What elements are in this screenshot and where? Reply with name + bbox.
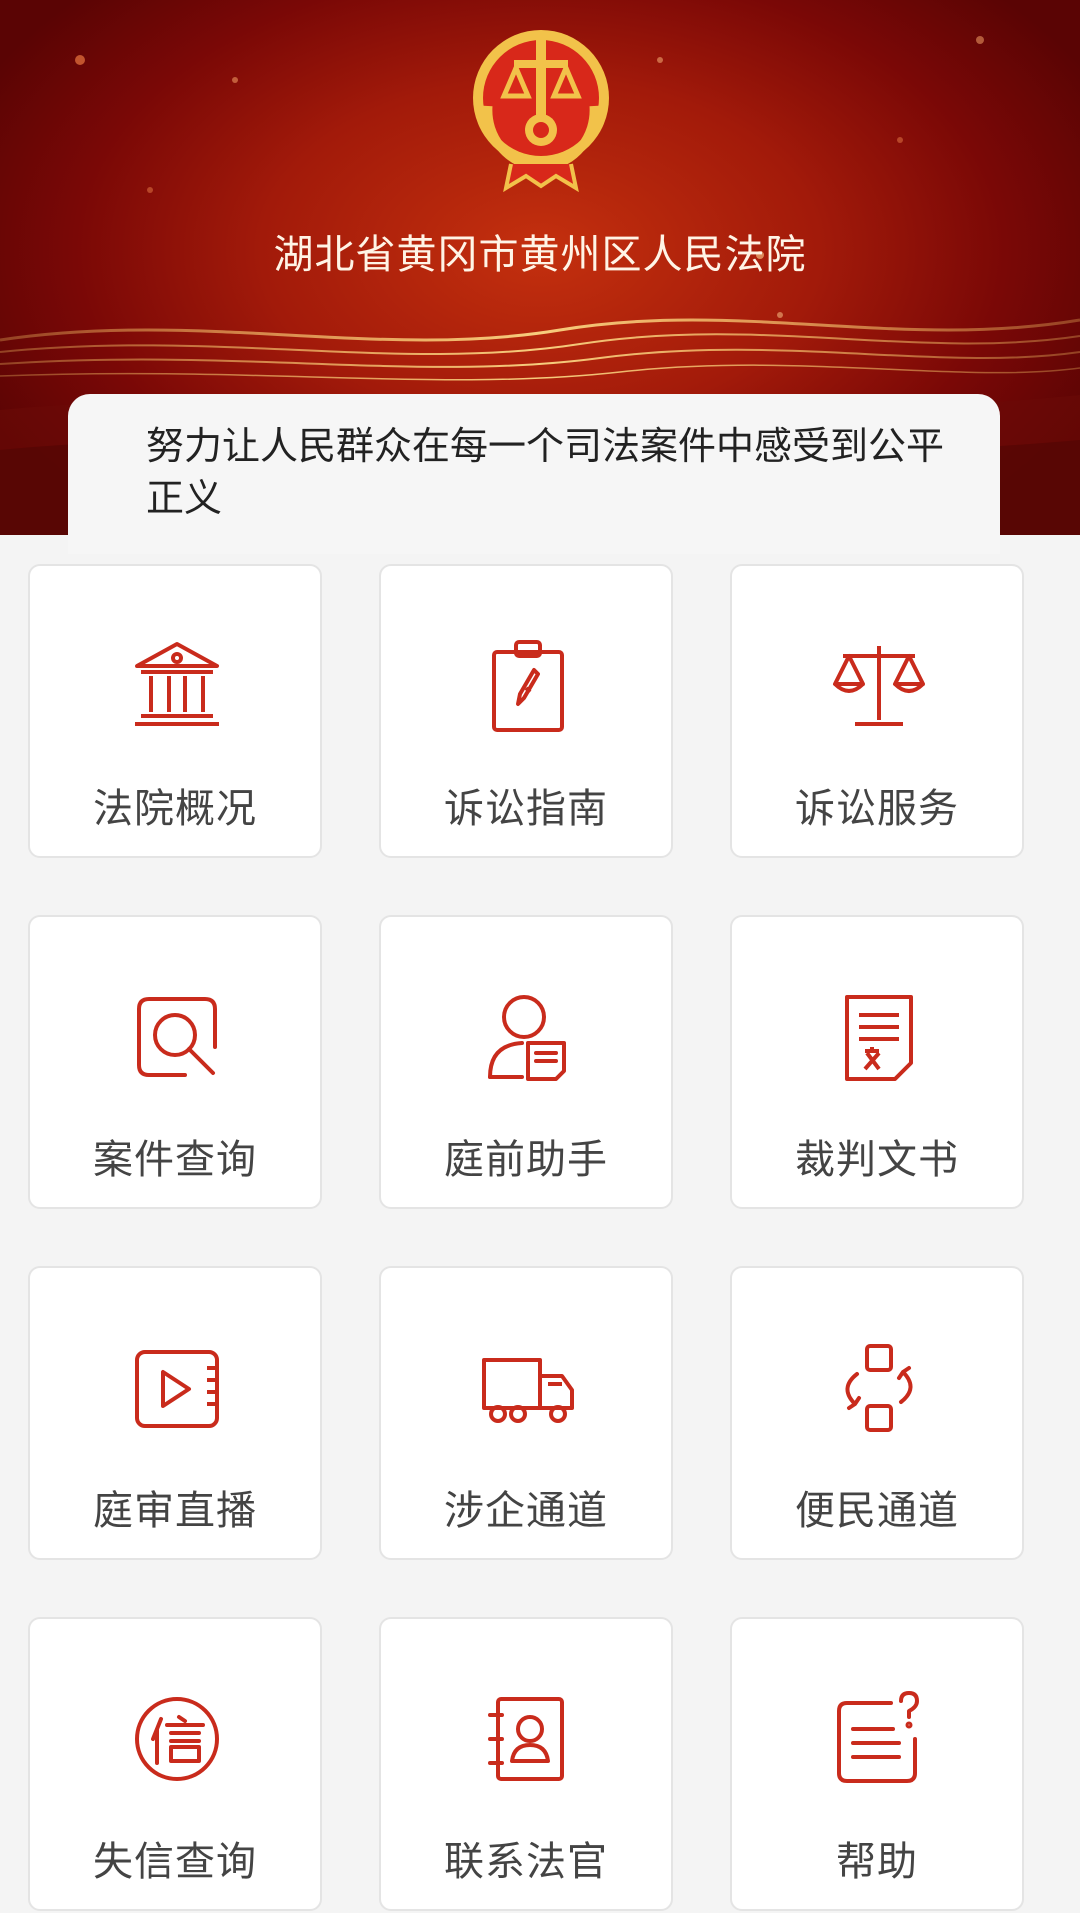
menu-litigation-guide[interactable]: 诉讼指南: [379, 564, 673, 858]
menu-pretrial-assistant[interactable]: 庭前助手: [379, 915, 673, 1209]
menu-contact-judge[interactable]: 联系法官: [379, 1617, 673, 1911]
menu-label: 诉讼服务: [795, 786, 959, 832]
menu-label: 便民通道: [795, 1488, 959, 1534]
slogan-text: 努力让人民群众在每一个司法案件中感受到公平正义: [146, 424, 945, 520]
menu-judgment-documents[interactable]: 裁判文书: [730, 915, 1024, 1209]
menu-help[interactable]: 帮助: [730, 1617, 1024, 1911]
menu-enterprise-channel[interactable]: 涉企通道: [379, 1266, 673, 1560]
menu-court-overview[interactable]: 法院概况: [28, 564, 322, 858]
menu-label: 诉讼指南: [444, 786, 608, 832]
scales-icon: [829, 636, 929, 736]
menu-litigation-service[interactable]: 诉讼服务: [730, 564, 1024, 858]
court-name: 湖北省黄冈市黄州区人民法院: [273, 232, 807, 278]
credit-icon: [127, 1689, 227, 1789]
contact-card-icon: [478, 1689, 578, 1789]
user-document-icon: [478, 987, 578, 1087]
menu-dishonest-query[interactable]: 失信查询: [28, 1617, 322, 1911]
menu-label: 涉企通道: [444, 1488, 608, 1534]
slogan-card: 努力让人民群众在每一个司法案件中感受到公平正义: [68, 394, 1000, 554]
document-icon: [829, 987, 929, 1087]
menu-label: 案件查询: [93, 1137, 257, 1183]
court-emblem-icon: [473, 30, 609, 193]
help-icon: [829, 1689, 929, 1789]
menu-label: 联系法官: [444, 1839, 608, 1885]
menu-label: 裁判文书: [795, 1137, 959, 1183]
menu-convenience-channel[interactable]: 便民通道: [730, 1266, 1024, 1560]
menu-case-query[interactable]: 案件查询: [28, 915, 322, 1209]
truck-icon: [478, 1338, 578, 1438]
swap-icon: [829, 1338, 929, 1438]
menu-trial-live[interactable]: 庭审直播: [28, 1266, 322, 1560]
menu-label: 失信查询: [93, 1839, 257, 1885]
menu-label: 法院概况: [93, 786, 257, 832]
menu-label: 庭前助手: [444, 1137, 608, 1183]
video-play-icon: [127, 1338, 227, 1438]
compass-clipboard-icon: [478, 636, 578, 736]
search-icon: [127, 987, 227, 1087]
courthouse-icon: [127, 636, 227, 736]
menu-label: 庭审直播: [93, 1488, 257, 1534]
menu-label: 帮助: [836, 1839, 918, 1885]
